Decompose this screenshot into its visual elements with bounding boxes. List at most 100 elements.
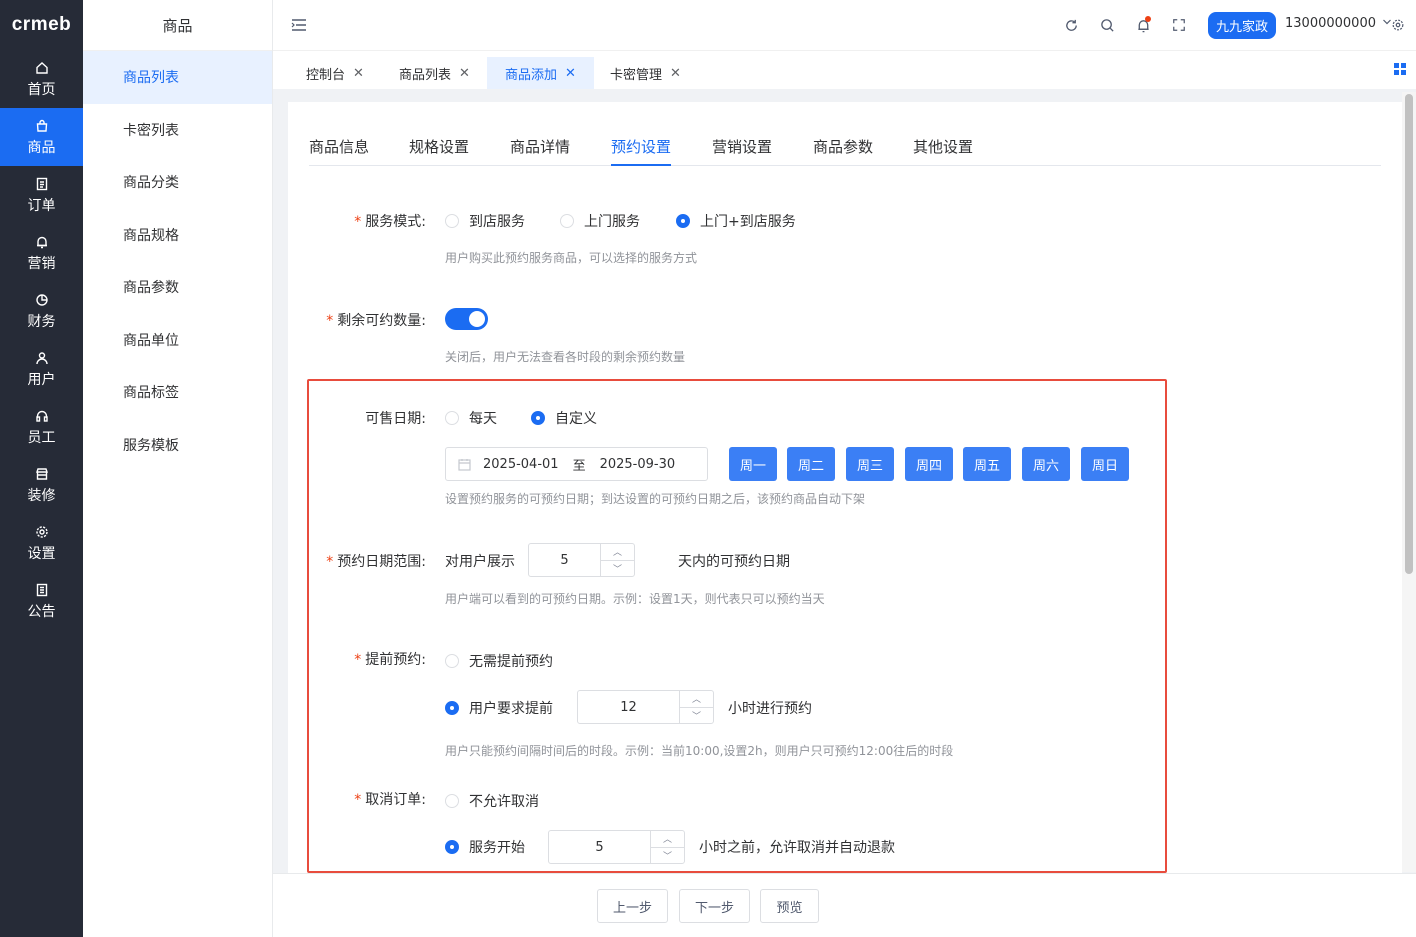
submenu-item-category[interactable]: 商品分类	[83, 156, 272, 209]
nav-item-product[interactable]: 商品	[0, 108, 83, 166]
form-tab-product-info[interactable]: 商品信息	[309, 136, 369, 166]
form-footer: 上一步 下一步 预览	[273, 873, 1416, 937]
nav-label: 员工	[27, 429, 56, 446]
form-tab-spec[interactable]: 规格设置	[409, 136, 469, 166]
sale-date-hint: 设置预约服务的可预约日期；到达设置的可预约日期之后，该预约商品自动下架	[445, 492, 866, 506]
nav-item-home[interactable]: 首页	[0, 50, 83, 108]
nav-item-order[interactable]: 订单	[0, 166, 83, 224]
submenu-item-product-list[interactable]: 商品列表	[83, 51, 272, 104]
menu-toggle-icon[interactable]	[290, 16, 308, 34]
radio-advance-required[interactable]: 用户要求提前	[445, 698, 553, 718]
form-tab-marketing[interactable]: 营销设置	[712, 136, 772, 166]
weekday-fri-button[interactable]: 周五	[963, 447, 1011, 481]
logo: crmeb	[11, 14, 72, 35]
sub-menu: 商品 商品列表 卡密列表 商品分类 商品规格 商品参数 商品单位 商品标签 服务…	[83, 0, 273, 937]
close-icon[interactable]: ✕	[353, 66, 364, 81]
submenu-item-tag[interactable]: 商品标签	[83, 366, 272, 419]
tab-product-list[interactable]: 商品列表 ✕	[381, 57, 488, 89]
nav-label: 设置	[27, 545, 56, 562]
nav-label: 装修	[27, 487, 56, 504]
weekday-tue-button[interactable]: 周二	[787, 447, 835, 481]
form-tab-booking[interactable]: 预约设置	[611, 136, 672, 166]
radio-circle	[445, 794, 459, 808]
increment-icon[interactable]: ︿	[680, 691, 713, 708]
submenu-item-service-template[interactable]: 服务模板	[83, 419, 272, 472]
form-tab-params[interactable]: 商品参数	[813, 136, 873, 166]
weekday-sun-button[interactable]: 周日	[1081, 447, 1129, 481]
scrollbar-thumb[interactable]	[1405, 94, 1413, 574]
date-separator: 至	[572, 458, 586, 474]
nav-label: 用户	[27, 371, 56, 388]
nav-item-notice[interactable]: 公告	[0, 572, 83, 630]
pie-icon	[34, 292, 50, 308]
user-account-dropdown[interactable]: 13000000000	[1285, 16, 1392, 31]
submenu-item-spec[interactable]: 商品规格	[83, 209, 272, 262]
submenu-item-params[interactable]: 商品参数	[83, 261, 272, 314]
close-icon[interactable]: ✕	[670, 66, 681, 81]
nav-item-marketing[interactable]: 营销	[0, 224, 83, 282]
form-tab-detail[interactable]: 商品详情	[510, 136, 570, 166]
radio-in-store[interactable]: 到店服务	[445, 211, 525, 231]
tab-label: 商品列表	[399, 67, 452, 83]
weekday-mon-button[interactable]: 周一	[729, 447, 777, 481]
decrement-icon[interactable]: ﹀	[680, 708, 713, 724]
radio-home-and-store[interactable]: 上门+到店服务	[676, 211, 796, 231]
weekday-thu-button[interactable]: 周四	[905, 447, 953, 481]
search-icon[interactable]	[1098, 16, 1116, 34]
tab-label: 卡密管理	[610, 67, 663, 83]
nav-label: 订单	[27, 197, 56, 214]
radio-no-cancel[interactable]: 不允许取消	[445, 791, 539, 811]
date-range-hint: 用户端可以看到的可预约日期。示例：设置1天，则代表只可以预约当天	[445, 592, 825, 606]
date-end: 2025-09-30	[599, 456, 676, 472]
grid-menu-icon[interactable]	[1394, 63, 1406, 75]
date-range-picker[interactable]: 2025-04-01 至 2025-09-30	[445, 447, 708, 481]
next-step-button[interactable]: 下一步	[679, 889, 750, 923]
submenu-item-card-list[interactable]: 卡密列表	[83, 104, 272, 157]
notification-dot	[1145, 16, 1151, 22]
tab-product-add[interactable]: 商品添加 ✕	[487, 57, 594, 89]
radio-no-advance[interactable]: 无需提前预约	[445, 651, 553, 671]
cancel-label: * 取消订单:	[354, 792, 426, 808]
fullscreen-icon[interactable]	[1170, 16, 1188, 34]
increment-icon[interactable]: ︿	[651, 831, 684, 848]
close-icon[interactable]: ✕	[565, 66, 576, 81]
refresh-icon[interactable]	[1062, 16, 1080, 34]
nav-label: 商品	[27, 139, 56, 156]
tab-dashboard[interactable]: 控制台 ✕	[288, 57, 382, 89]
tab-card-manage[interactable]: 卡密管理 ✕	[592, 57, 699, 89]
stepper: ︿ ﹀	[679, 691, 713, 723]
nav-item-decorate[interactable]: 装修	[0, 456, 83, 514]
radio-allow-cancel[interactable]: 服务开始	[445, 837, 525, 857]
submenu-title: 商品	[83, 0, 272, 51]
stepper: ︿ ﹀	[650, 831, 684, 863]
remaining-switch[interactable]	[445, 308, 488, 330]
nav-item-staff[interactable]: 员工	[0, 398, 83, 456]
weekday-sat-button[interactable]: 周六	[1022, 447, 1070, 481]
radio-circle	[445, 701, 459, 715]
shop-switch-button[interactable]: 九九家政	[1208, 12, 1277, 39]
radio-home-visit[interactable]: 上门服务	[560, 211, 640, 231]
date-range-input[interactable]: 5 ︿ ﹀	[528, 543, 635, 577]
prev-step-button[interactable]: 上一步	[597, 889, 668, 923]
decrement-icon[interactable]: ﹀	[601, 561, 634, 577]
settings-gear-icon[interactable]	[1389, 16, 1407, 34]
cancel-hours-input[interactable]: 5 ︿ ﹀	[548, 830, 685, 864]
weekday-wed-button[interactable]: 周三	[846, 447, 894, 481]
nav-item-settings[interactable]: 设置	[0, 514, 83, 572]
preview-button[interactable]: 预览	[760, 889, 819, 923]
decrement-icon[interactable]: ﹀	[651, 848, 684, 864]
close-icon[interactable]: ✕	[459, 66, 470, 81]
form-tab-other[interactable]: 其他设置	[913, 136, 973, 166]
nav-item-finance[interactable]: 财务	[0, 282, 83, 340]
nav-item-user[interactable]: 用户	[0, 340, 83, 398]
notification-bell-icon[interactable]	[1134, 16, 1152, 34]
tab-label: 商品添加	[505, 67, 558, 83]
radio-circle	[676, 214, 690, 228]
radio-custom[interactable]: 自定义	[531, 408, 597, 428]
advance-hint: 用户只能预约间隔时间后的时段。示例：当前10:00,设置2h，则用户只可预约12…	[445, 744, 954, 758]
date-range-suffix: 天内的可预约日期	[678, 554, 790, 570]
advance-hours-input[interactable]: 12 ︿ ﹀	[577, 690, 714, 724]
radio-every-day[interactable]: 每天	[445, 408, 497, 428]
increment-icon[interactable]: ︿	[601, 544, 634, 561]
submenu-item-unit[interactable]: 商品单位	[83, 314, 272, 367]
